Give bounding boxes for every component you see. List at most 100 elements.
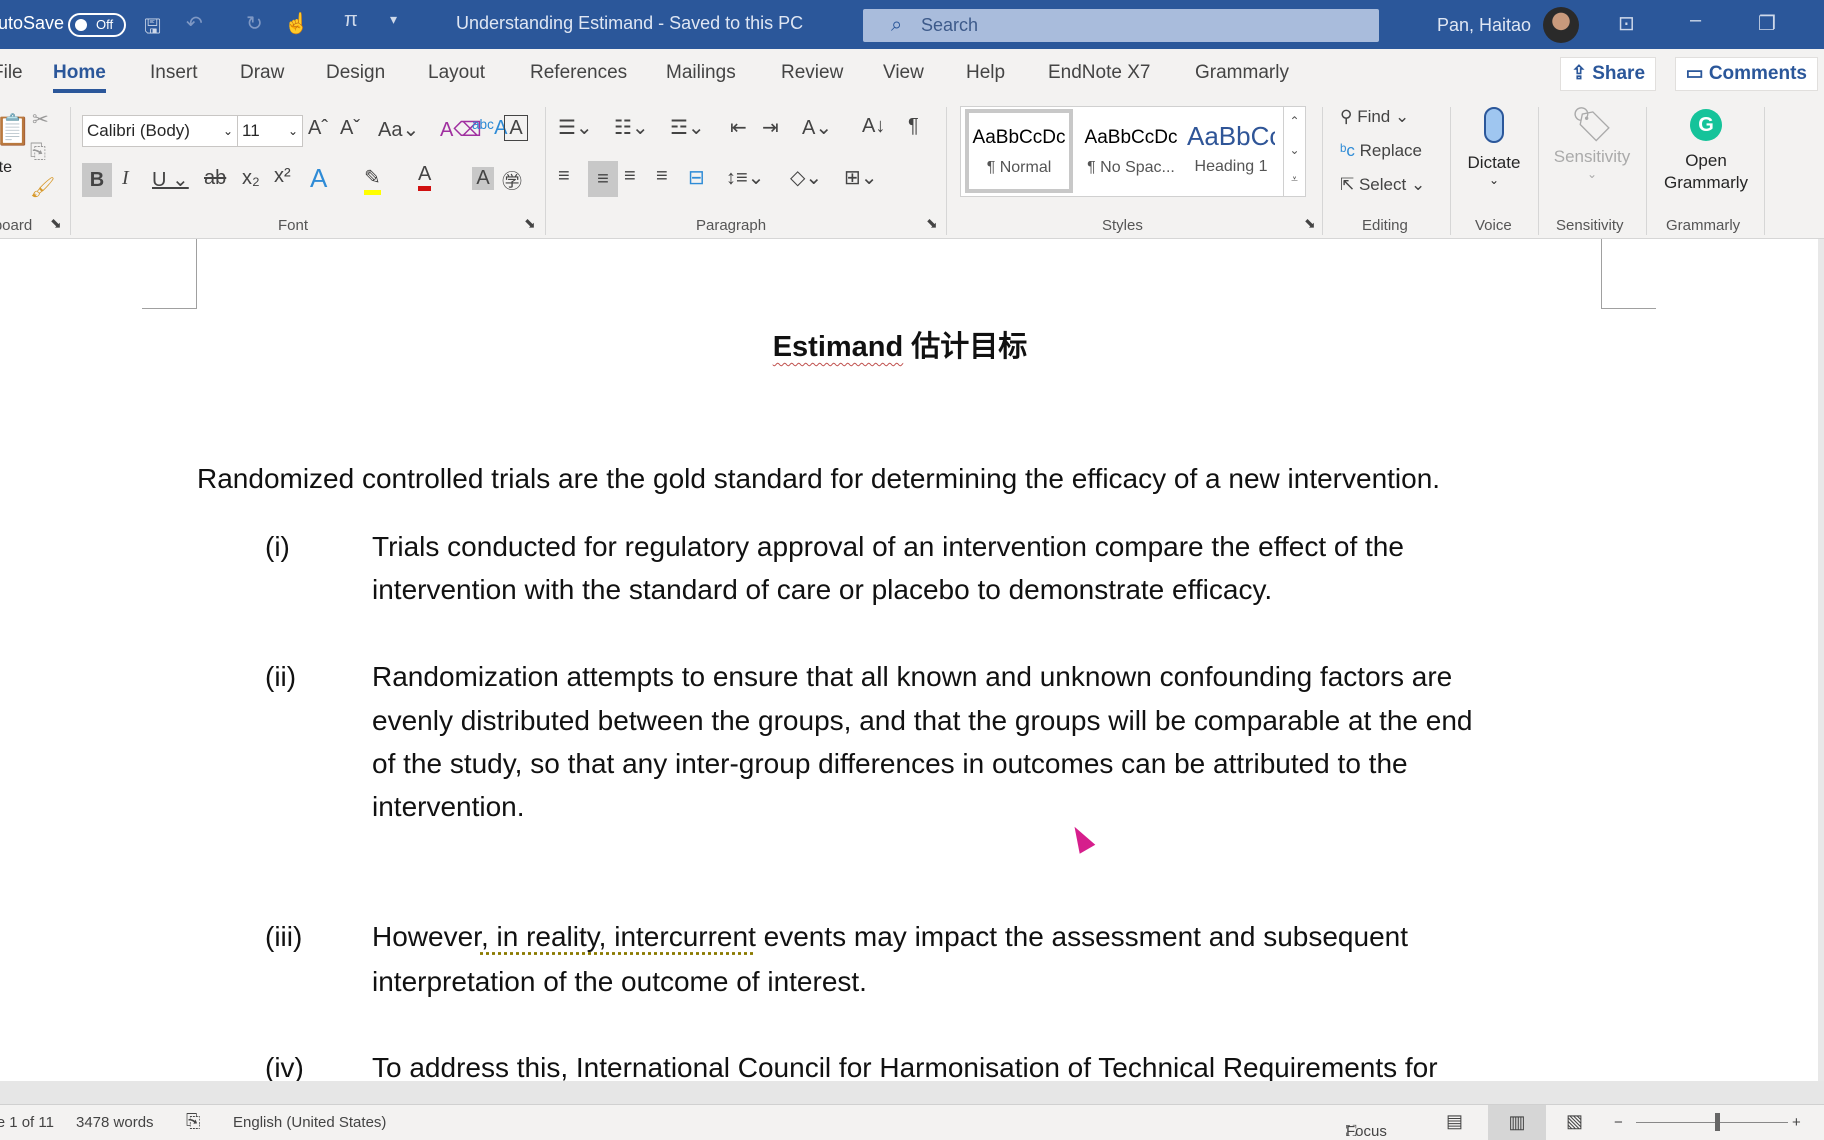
autosave-toggle[interactable]: Off [68, 13, 126, 37]
increase-indent-icon[interactable]: ⇥ [762, 115, 779, 140]
superscript-button[interactable]: x² [274, 165, 291, 188]
asian-layout-icon[interactable]: A⌄ [802, 115, 832, 140]
cut-icon[interactable]: ✂ [32, 107, 49, 132]
align-center-icon[interactable]: ≡ [588, 161, 618, 197]
bold-button[interactable]: B [82, 163, 112, 197]
character-border-icon[interactable]: A [504, 115, 528, 141]
language[interactable]: English (United States) [233, 1114, 386, 1131]
tab-draw[interactable]: Draw [240, 62, 284, 84]
tab-insert[interactable]: Insert [150, 62, 198, 84]
comments-button[interactable]: ▭ Comments [1674, 57, 1818, 91]
dictate-button[interactable]: Dictate ⌄ [1466, 103, 1522, 187]
borders-icon[interactable]: ⊞⌄ [844, 165, 878, 190]
copy-icon[interactable]: ⎘ [30, 141, 46, 164]
strikethrough-button[interactable]: ab [204, 167, 226, 190]
equation-icon[interactable]: π [344, 9, 358, 32]
styles-launcher-icon[interactable]: ⬊ [1304, 215, 1316, 232]
style-no-spacing[interactable]: AaBbCcDc ¶ No Spac... [1077, 107, 1185, 196]
zoom-slider-thumb[interactable] [1715, 1113, 1720, 1131]
minimize-icon[interactable]: – [1690, 9, 1701, 32]
underline-button[interactable]: U ⌄ [152, 167, 189, 192]
ribbon-display-options-icon[interactable]: ⊡ [1618, 11, 1635, 36]
search-input[interactable]: ⌕ Search [863, 9, 1379, 42]
shrink-font-icon[interactable]: Aˇ [340, 117, 360, 140]
clipboard-launcher-icon[interactable]: ⬊ [50, 215, 62, 232]
italic-button[interactable]: I [122, 167, 129, 190]
font-launcher-icon[interactable]: ⬊ [524, 215, 536, 232]
grammar-flag: , in reality, intercurrent [480, 921, 756, 952]
sort-icon[interactable]: A↓ [862, 115, 885, 138]
tab-file[interactable]: File [0, 62, 23, 84]
font-color-icon[interactable]: A [418, 163, 432, 191]
touch-mode-icon[interactable]: ☝ [284, 11, 309, 36]
numbering-icon[interactable]: ☷⌄ [614, 115, 649, 140]
font-size-select[interactable]: 11 ⌄ [237, 115, 303, 147]
styles-scroll[interactable]: ⌃ ⌄ ⩡ [1283, 107, 1305, 196]
tab-mailings[interactable]: Mailings [666, 62, 736, 84]
tab-help[interactable]: Help [966, 62, 1005, 84]
list-text: Trials conducted for regulatory approval… [372, 531, 1404, 562]
paragraph-group-label: Paragraph [696, 217, 767, 234]
user-name[interactable]: Pan, Haitao [1437, 15, 1531, 36]
web-layout-icon[interactable]: ▧ [1566, 1111, 1583, 1132]
proofing-icon[interactable]: ⎘ [186, 1111, 200, 1132]
font-group-label: Font [278, 217, 309, 234]
decrease-indent-icon[interactable]: ⇤ [730, 115, 747, 140]
restore-icon[interactable]: ❐ [1758, 11, 1776, 36]
tab-review[interactable]: Review [781, 62, 843, 84]
zoom-in-icon[interactable]: + [1792, 1114, 1801, 1131]
tab-design[interactable]: Design [326, 62, 385, 84]
phonetic-guide-icon[interactable]: ᵃᵇᶜA [472, 117, 507, 140]
customize-toolbar-icon[interactable]: ▾ [390, 11, 397, 28]
format-painter-icon[interactable]: 🖌 [30, 175, 55, 200]
align-right-icon[interactable]: ≡ [624, 165, 636, 188]
zoom-slider[interactable] [1636, 1122, 1788, 1123]
tab-references[interactable]: References [530, 62, 627, 84]
avatar[interactable] [1543, 7, 1579, 43]
style-normal[interactable]: AaBbCcDc ¶ Normal [965, 109, 1073, 193]
page-count[interactable]: Page 1 of 11 [0, 1114, 54, 1131]
zoom-out-icon[interactable]: − [1614, 1114, 1623, 1131]
multilevel-list-icon[interactable]: ☲⌄ [670, 115, 705, 140]
undo-icon[interactable]: ↶ [186, 11, 203, 36]
sensitivity-button[interactable]: 🏷 Sensitivity ⌄ [1548, 103, 1636, 181]
document-page[interactable]: Estimand 估计目标 Randomized controlled tria… [0, 239, 1818, 1081]
redo-icon[interactable]: ↻ [246, 11, 263, 36]
paste-label[interactable]: Paste [0, 159, 12, 177]
select-button[interactable]: ⇱ Select ⌄ [1340, 175, 1425, 195]
shading-icon[interactable]: ◇⌄ [790, 165, 822, 190]
tab-view[interactable]: View [883, 62, 924, 84]
bullets-icon[interactable]: ☰⌄ [558, 115, 593, 140]
replace-button[interactable]: ᵇc Replace [1340, 141, 1422, 161]
paragraph-launcher-icon[interactable]: ⬊ [926, 215, 938, 232]
tab-endnote[interactable]: EndNote X7 [1048, 62, 1150, 84]
tab-grammarly[interactable]: Grammarly [1195, 62, 1289, 84]
horizontal-scroll-area [0, 1081, 1824, 1105]
text-effects-icon[interactable]: A [310, 163, 327, 194]
line-spacing-icon[interactable]: ↕≡⌄ [726, 165, 764, 190]
read-mode-icon[interactable]: ▤ [1446, 1111, 1463, 1132]
enclose-characters-icon[interactable]: ㊫ [502, 165, 522, 194]
subscript-button[interactable]: x₂ [242, 167, 260, 190]
style-heading-1[interactable]: AaBbCc Heading 1 [1187, 107, 1275, 196]
tab-layout[interactable]: Layout [428, 62, 485, 84]
highlight-color-icon[interactable]: ✎ [364, 165, 381, 195]
tab-home[interactable]: Home [53, 62, 106, 93]
word-count[interactable]: 3478 words [76, 1114, 154, 1131]
justify-icon[interactable]: ≡ [656, 165, 668, 188]
font-name-select[interactable]: Calibri (Body) ⌄ [82, 115, 238, 147]
open-grammarly-button[interactable]: G Open Grammarly [1656, 109, 1756, 193]
grow-font-icon[interactable]: Aˆ [308, 117, 328, 140]
distributed-icon[interactable]: ⊟ [688, 165, 705, 190]
show-formatting-icon[interactable]: ¶ [908, 115, 919, 138]
grammarly-icon: G [1690, 109, 1722, 141]
character-shading-icon[interactable]: A [472, 167, 494, 190]
find-button[interactable]: ⚲ Find ⌄ [1340, 107, 1409, 127]
change-case-icon[interactable]: Aa⌄ [378, 117, 419, 142]
vertical-scrollbar[interactable] [1818, 239, 1824, 1081]
paste-icon[interactable]: 📋 [0, 113, 31, 148]
save-icon[interactable]: 🖫 [144, 12, 161, 46]
align-left-icon[interactable]: ≡ [558, 165, 570, 188]
print-layout-icon[interactable]: ▥ [1488, 1105, 1546, 1140]
share-button[interactable]: ⇪ Share [1560, 57, 1657, 91]
